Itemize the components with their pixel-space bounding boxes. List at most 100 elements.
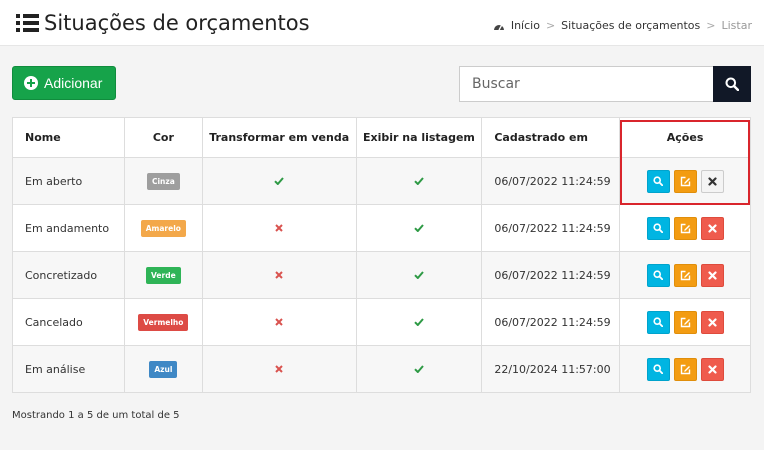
x-icon: [275, 270, 283, 279]
close-icon: [707, 364, 717, 374]
breadcrumb-home[interactable]: Início: [511, 19, 540, 32]
cell-transform: [201, 204, 357, 252]
check-icon: [414, 364, 424, 373]
edit-icon: [680, 317, 690, 327]
column-header-color[interactable]: Cor: [123, 117, 203, 158]
table-row: Em aberto Cinza 06/07/2022 11:24:59: [12, 157, 751, 205]
edit-icon: [680, 176, 690, 186]
search-icon: [653, 223, 664, 233]
search-icon: [653, 317, 664, 327]
cell-transform: [201, 298, 357, 346]
breadcrumb-separator: >: [706, 19, 716, 32]
cell-created: 22/10/2024 11:57:00: [481, 345, 621, 393]
column-header-created[interactable]: Cadastrado em: [481, 117, 621, 158]
check-icon: [414, 317, 424, 326]
color-badge: Vermelho: [138, 313, 189, 331]
cell-actions: [619, 157, 751, 205]
row-actions: [620, 310, 750, 334]
x-icon: [275, 317, 283, 326]
delete-button[interactable]: [700, 169, 724, 193]
view-button[interactable]: [646, 310, 670, 334]
edit-button[interactable]: [673, 169, 697, 193]
add-button[interactable]: Adicionar: [12, 66, 116, 100]
check-icon: [414, 223, 424, 232]
table-row: Cancelado Vermelho 06/07/2022 11:24:59: [12, 298, 751, 346]
breadcrumb-current: Listar: [721, 19, 753, 32]
page-header: Situações de orçamentos Início > Situaçõ…: [0, 0, 764, 46]
cell-created: 06/07/2022 11:24:59: [481, 298, 621, 346]
cell-name: Em andamento: [12, 204, 125, 252]
search-icon: [653, 270, 664, 280]
table-header-row: Nome Cor Transformar em venda Exibir na …: [12, 117, 751, 158]
cell-color: Cinza: [123, 157, 203, 205]
data-table-wrapper: Nome Cor Transformar em venda Exibir na …: [12, 117, 751, 393]
close-icon: [707, 223, 717, 233]
row-actions: [620, 357, 750, 381]
search-icon: [725, 77, 739, 91]
check-icon: [414, 176, 424, 185]
breadcrumb: Início > Situações de orçamentos > Lista…: [493, 19, 752, 32]
color-badge: Azul: [149, 360, 178, 378]
x-icon: [275, 223, 283, 232]
cell-actions: [619, 251, 751, 299]
delete-button[interactable]: [700, 263, 724, 287]
dashboard-icon: [493, 24, 504, 30]
breadcrumb-section[interactable]: Situações de orçamentos: [561, 19, 700, 32]
cell-color: Amarelo: [123, 204, 203, 252]
view-button[interactable]: [646, 169, 670, 193]
edit-icon: [680, 270, 690, 280]
edit-button[interactable]: [673, 357, 697, 381]
column-header-transform[interactable]: Transformar em venda: [201, 117, 357, 158]
table-row: Em análise Azul 22/10/2024 11:57:00: [12, 345, 751, 393]
color-badge: Verde: [146, 266, 181, 284]
x-icon: [275, 364, 283, 373]
color-badge: Amarelo: [140, 219, 186, 237]
edit-button[interactable]: [673, 216, 697, 240]
view-button[interactable]: [646, 357, 670, 381]
search-icon: [653, 364, 664, 374]
close-icon: [707, 270, 717, 280]
cell-color: Azul: [123, 345, 203, 393]
view-button[interactable]: [646, 216, 670, 240]
cell-name: Em aberto: [12, 157, 125, 205]
list-icon: [16, 13, 40, 33]
search-button[interactable]: [713, 66, 751, 102]
check-icon: [274, 176, 284, 185]
row-actions: [620, 169, 750, 193]
cell-transform: [201, 345, 357, 393]
cell-show: [355, 157, 483, 205]
edit-button[interactable]: [673, 263, 697, 287]
edit-icon: [680, 223, 690, 233]
table-body: Em aberto Cinza 06/07/2022 11:24:59 Em a…: [12, 157, 751, 393]
add-button-label: Adicionar: [44, 75, 103, 91]
cell-actions: [619, 298, 751, 346]
delete-button[interactable]: [700, 310, 724, 334]
cell-show: [355, 345, 483, 393]
view-button[interactable]: [646, 263, 670, 287]
plus-circle-icon: [24, 76, 38, 90]
row-actions: [620, 216, 750, 240]
breadcrumb-separator: >: [545, 19, 556, 32]
close-icon: [707, 176, 717, 186]
page-title: Situações de orçamentos: [16, 10, 310, 36]
cell-transform: [201, 157, 357, 205]
search-input[interactable]: [459, 66, 714, 102]
cell-created: 06/07/2022 11:24:59: [481, 251, 621, 299]
column-header-show[interactable]: Exibir na listagem: [355, 117, 483, 158]
delete-button[interactable]: [700, 357, 724, 381]
cell-created: 06/07/2022 11:24:59: [481, 157, 621, 205]
column-header-actions: Ações: [619, 117, 751, 158]
row-actions: [620, 263, 750, 287]
edit-button[interactable]: [673, 310, 697, 334]
color-badge: Cinza: [146, 172, 180, 190]
cell-name: Em análise: [12, 345, 125, 393]
cell-color: Vermelho: [123, 298, 203, 346]
column-header-name[interactable]: Nome: [12, 117, 125, 158]
cell-show: [355, 251, 483, 299]
search-icon: [653, 176, 664, 186]
cell-actions: [619, 345, 751, 393]
page-title-text: Situações de orçamentos: [44, 11, 310, 35]
table-row: Concretizado Verde 06/07/2022 11:24:59: [12, 251, 751, 299]
cell-show: [355, 298, 483, 346]
delete-button[interactable]: [700, 216, 724, 240]
